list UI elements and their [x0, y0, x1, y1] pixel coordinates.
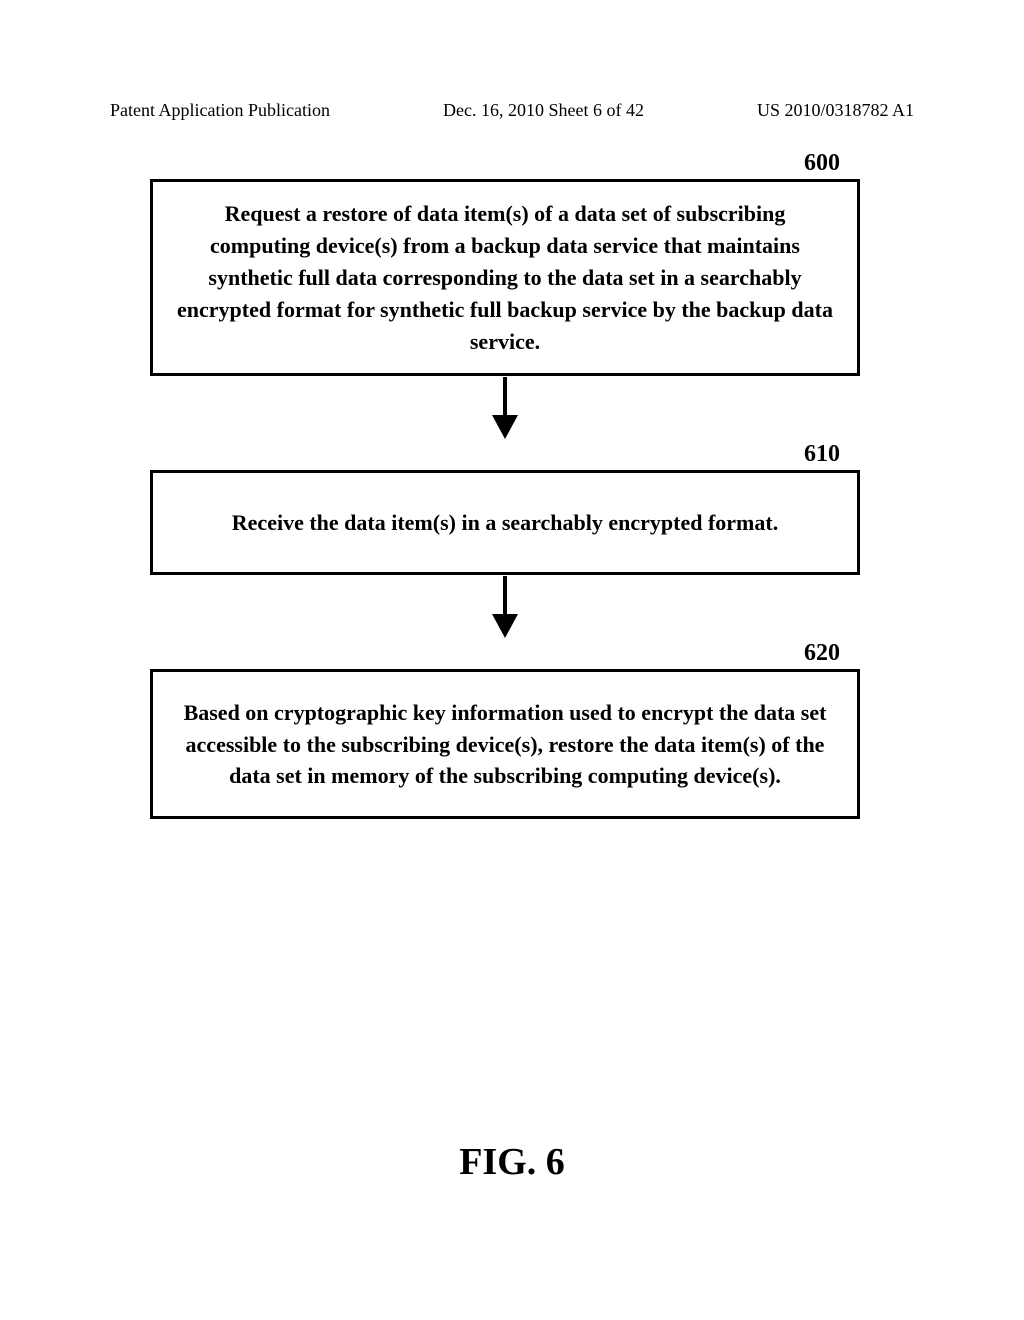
arrow-shaft-icon — [503, 576, 507, 616]
flowchart-step-620-text: Based on cryptographic key information u… — [175, 697, 835, 793]
flowchart-step-600: Request a restore of data item(s) of a d… — [150, 179, 860, 376]
header-center: Dec. 16, 2010 Sheet 6 of 42 — [443, 100, 644, 121]
figure-caption: FIG. 6 — [0, 1140, 1024, 1184]
arrow-down-2 — [150, 575, 860, 640]
arrow-down-1 — [150, 376, 860, 441]
step-label-610: 610 — [150, 441, 860, 468]
arrow-shaft-icon — [503, 377, 507, 417]
step-label-600: 600 — [150, 150, 860, 177]
page-header: Patent Application Publication Dec. 16, … — [0, 100, 1024, 121]
arrow-head-icon — [492, 415, 518, 439]
flowchart-step-600-text: Request a restore of data item(s) of a d… — [175, 198, 835, 357]
header-right: US 2010/0318782 A1 — [757, 100, 914, 121]
arrow-head-icon — [492, 614, 518, 638]
header-left: Patent Application Publication — [110, 100, 330, 121]
flowchart: 600 Request a restore of data item(s) of… — [150, 150, 860, 819]
flowchart-step-610: Receive the data item(s) in a searchably… — [150, 470, 860, 575]
flowchart-step-610-text: Receive the data item(s) in a searchably… — [232, 507, 778, 539]
flowchart-step-620: Based on cryptographic key information u… — [150, 669, 860, 819]
step-label-620: 620 — [150, 640, 860, 667]
